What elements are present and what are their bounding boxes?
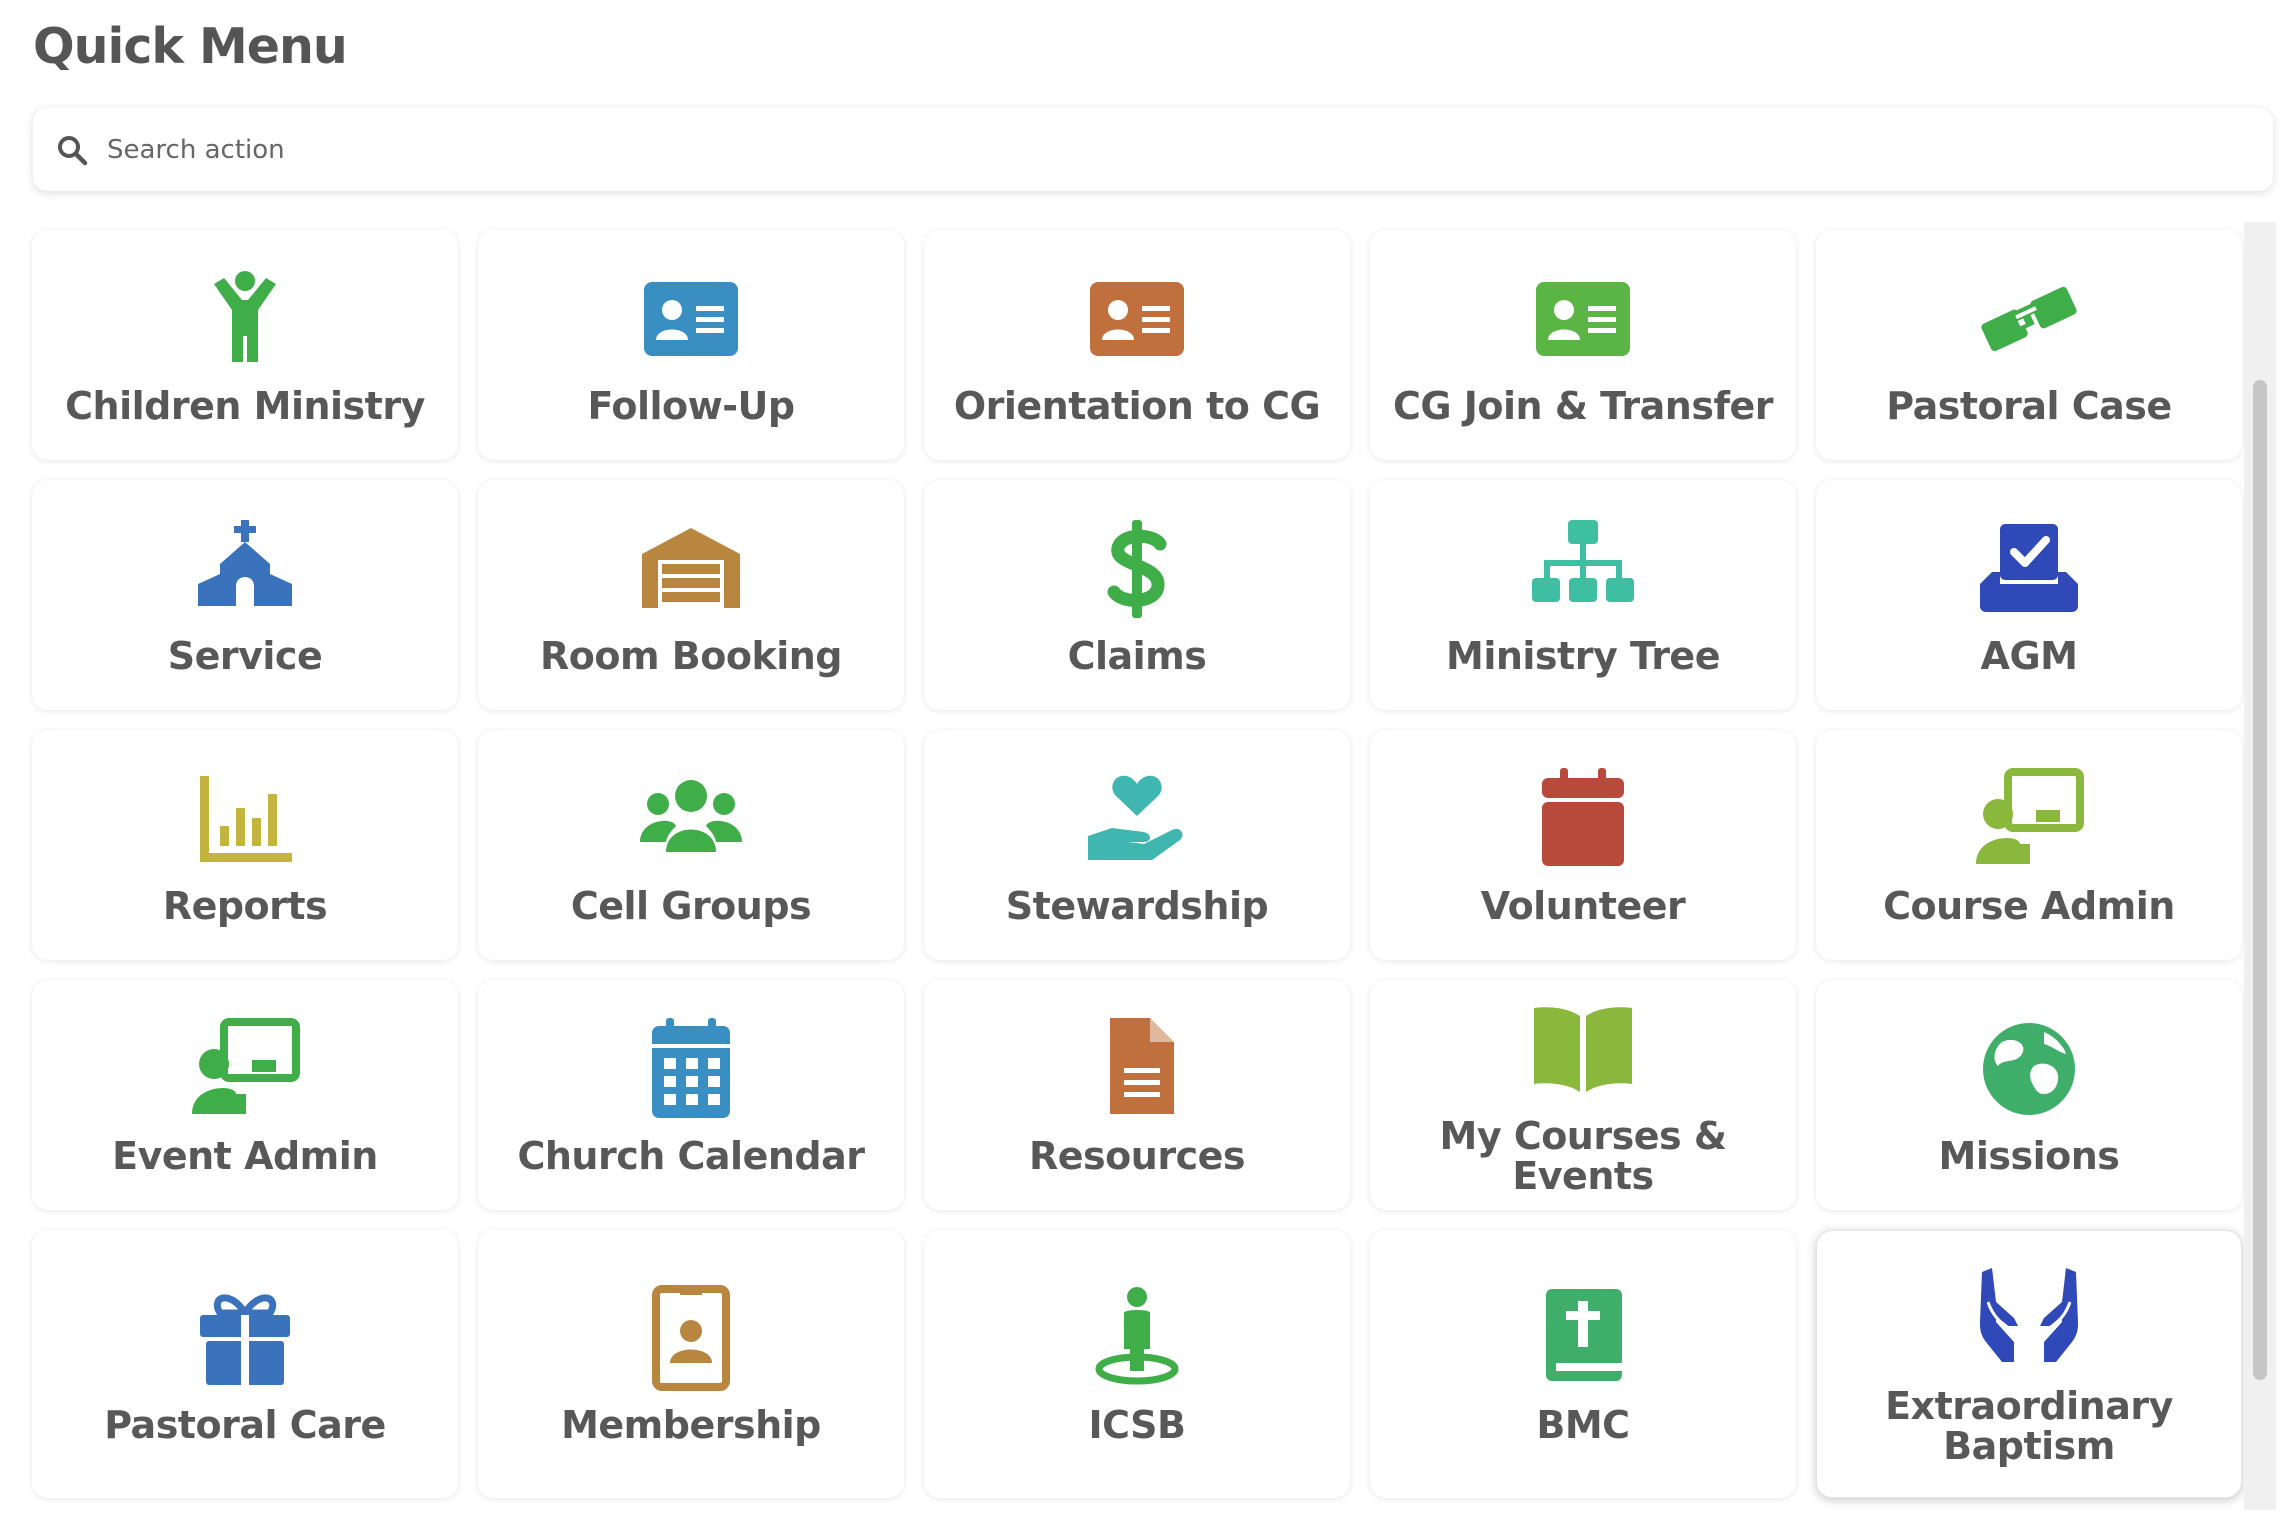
menu-tile-label: Reports <box>162 884 328 928</box>
menu-tile-label: BMC <box>1536 1403 1630 1447</box>
menu-tile-label: Volunteer <box>1480 884 1686 928</box>
menu-tile-label: AGM <box>1980 634 2078 678</box>
id-card-icon <box>1090 282 1184 356</box>
menu-tile-room-booking[interactable]: Room Booking <box>478 480 904 710</box>
menu-scroll-area: Children Ministry Follow-Up Orientation … <box>20 222 2288 1530</box>
handshake-icon <box>1981 286 2077 352</box>
menu-tile-label: ICSB <box>1088 1403 1186 1447</box>
menu-tile-label: Service <box>167 634 323 678</box>
menu-tile-stewardship[interactable]: Stewardship <box>924 730 1350 960</box>
menu-tile-label: Room Booking <box>539 634 843 678</box>
users-icon <box>640 780 742 852</box>
menu-tile-label: Follow-Up <box>587 384 795 428</box>
menu-tile-pastoral-care[interactable]: Pastoral Care <box>32 1230 458 1498</box>
gift-icon <box>200 1294 290 1385</box>
search-bar[interactable] <box>33 108 2273 191</box>
menu-tile-bmc[interactable]: BMC <box>1370 1230 1796 1498</box>
chart-bar-icon <box>200 776 292 862</box>
menu-tile-event-admin[interactable]: Event Admin <box>32 980 458 1210</box>
menu-tile-label: Membership <box>561 1403 821 1447</box>
menu-tile-membership[interactable]: Membership <box>478 1230 904 1498</box>
hand-heart-icon <box>1088 775 1183 860</box>
quick-menu-page: Quick Menu Children Ministry Follow-Up O… <box>0 0 2288 1530</box>
menu-tile-label: Ministry Tree <box>1446 634 1720 678</box>
calendar-icon <box>1542 768 1624 866</box>
id-card-icon <box>644 282 738 356</box>
scrollbar[interactable] <box>2244 222 2276 1510</box>
page-title: Quick Menu <box>33 18 348 75</box>
search-icon <box>58 135 88 165</box>
menu-tile-label: Children Ministry <box>65 384 425 428</box>
menu-tile-pastoral-case[interactable]: Pastoral Case <box>1816 230 2242 460</box>
menu-tile-label: CG Join & Transfer <box>1392 384 1774 428</box>
menu-tile-volunteer[interactable]: Volunteer <box>1370 730 1796 960</box>
menu-tile-resources[interactable]: Resources <box>924 980 1350 1210</box>
menu-tile-label: Pastoral Case <box>1886 384 2172 428</box>
menu-tile-label: Extraordinary Baptism <box>1885 1384 2173 1468</box>
menu-tile-my-courses-events[interactable]: My Courses & Events <box>1370 980 1796 1210</box>
menu-tile-service[interactable]: Service <box>32 480 458 710</box>
dollar-icon <box>1107 520 1167 618</box>
menu-tile-missions[interactable]: Missions <box>1816 980 2242 1210</box>
menu-tile-ministry-tree[interactable]: Ministry Tree <box>1370 480 1796 710</box>
calendar-grid-icon <box>652 1018 730 1118</box>
menu-tile-label: Course Admin <box>1883 884 2175 928</box>
menu-tile-label: Stewardship <box>1005 884 1269 928</box>
menu-tile-church-calendar[interactable]: Church Calendar <box>478 980 904 1210</box>
menu-tile-label: Claims <box>1067 634 1207 678</box>
teacher-icon <box>1976 768 2084 864</box>
menu-tile-claims[interactable]: Claims <box>924 480 1350 710</box>
menu-tile-label: Cell Groups <box>570 884 812 928</box>
menu-tile-agm[interactable]: AGM <box>1816 480 2242 710</box>
menu-tile-orientation-to-cg[interactable]: Orientation to CG <box>924 230 1350 460</box>
menu-tile-label: Orientation to CG <box>953 384 1321 428</box>
menu-tile-course-admin[interactable]: Course Admin <box>1816 730 2242 960</box>
menu-tile-label: Resources <box>1029 1134 1245 1178</box>
menu-tile-icsb[interactable]: ICSB <box>924 1230 1350 1498</box>
globe-icon <box>1983 1023 2075 1115</box>
hands-icon <box>1980 1268 2078 1362</box>
menu-tile-label: My Courses & Events <box>1439 1114 1727 1198</box>
book-open-icon <box>1534 1007 1632 1092</box>
sitemap-icon <box>1532 520 1634 602</box>
vote-icon <box>1980 524 2078 612</box>
file-icon <box>1110 1018 1174 1114</box>
id-badge-icon <box>652 1285 730 1391</box>
menu-tile-label: Pastoral Care <box>104 1403 386 1447</box>
church-icon <box>198 520 292 606</box>
person-podium-icon <box>1095 1287 1179 1385</box>
search-input[interactable] <box>107 119 2107 180</box>
menu-grid: Children Ministry Follow-Up Orientation … <box>32 230 2242 1498</box>
id-card-icon <box>1536 282 1630 356</box>
teacher-icon <box>192 1018 300 1114</box>
menu-tile-cg-join-transfer[interactable]: CG Join & Transfer <box>1370 230 1796 460</box>
warehouse-icon <box>642 528 740 608</box>
menu-tile-label: Church Calendar <box>517 1134 865 1178</box>
menu-tile-children-ministry[interactable]: Children Ministry <box>32 230 458 460</box>
menu-tile-extraordinary-baptism[interactable]: Extraordinary Baptism <box>1816 1230 2242 1498</box>
menu-tile-follow-up[interactable]: Follow-Up <box>478 230 904 460</box>
menu-tile-cell-groups[interactable]: Cell Groups <box>478 730 904 960</box>
menu-tile-label: Event Admin <box>112 1134 378 1178</box>
scrollbar-thumb[interactable] <box>2253 380 2267 1380</box>
menu-tile-label: Missions <box>1938 1134 2120 1178</box>
child-icon <box>214 271 276 362</box>
menu-tile-reports[interactable]: Reports <box>32 730 458 960</box>
bible-icon <box>1546 1289 1622 1381</box>
